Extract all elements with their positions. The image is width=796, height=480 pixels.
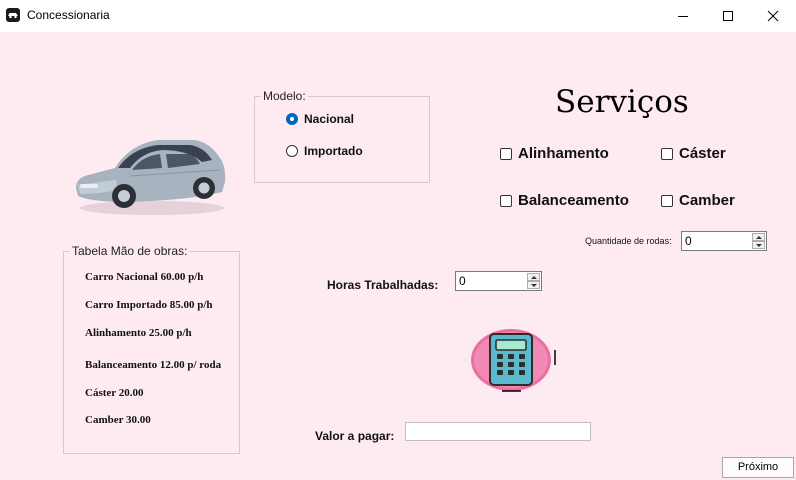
checkbox-caster-box[interactable] (661, 147, 673, 160)
maximize-button[interactable] (705, 0, 751, 32)
wheels-label: Quantidade de rodas: (585, 236, 672, 246)
price-item: Alinhamento 25.00 p/h (85, 327, 192, 339)
checkbox-balanceamento-label: Balanceamento (518, 192, 629, 209)
hours-up-arrow-icon[interactable] (527, 273, 540, 281)
services-title: Serviços (555, 84, 689, 120)
payment-field[interactable] (405, 422, 591, 441)
wheels-value[interactable]: 0 (685, 234, 692, 248)
calculate-button[interactable] (471, 329, 556, 392)
price-item: Balanceamento 12.00 p/ roda (85, 359, 222, 371)
radio-nacional[interactable]: Nacional (286, 112, 354, 126)
radio-nacional-label: Nacional (304, 112, 355, 126)
price-table-title: Tabela Mão de obras: (70, 244, 190, 258)
checkbox-balanceamento-box[interactable] (500, 194, 512, 207)
radio-importado-indicator[interactable] (286, 145, 298, 157)
modelo-title: Modelo: (261, 89, 308, 103)
checkbox-alinhamento[interactable]: Alinhamento (500, 145, 609, 162)
checkbox-caster[interactable]: Cáster (661, 145, 726, 162)
hours-value[interactable]: 0 (459, 274, 466, 288)
checkbox-camber[interactable]: Camber (661, 192, 735, 209)
calculator-icon (471, 329, 556, 392)
checkbox-alinhamento-label: Alinhamento (518, 145, 609, 162)
price-item: Carro Importado 85.00 p/h (85, 299, 213, 311)
payment-label: Valor a pagar: (315, 429, 395, 443)
close-button[interactable] (750, 0, 796, 32)
price-item: Camber 30.00 (85, 414, 151, 426)
checkbox-camber-box[interactable] (661, 194, 673, 207)
hours-label: Horas Trabalhadas: (327, 278, 439, 292)
minimize-button[interactable] (660, 0, 706, 32)
modelo-groupbox: Modelo: (254, 89, 430, 183)
wheels-up-arrow-icon[interactable] (752, 233, 765, 241)
wheels-stepper[interactable]: 0 (681, 231, 767, 251)
checkbox-camber-label: Camber (679, 192, 735, 209)
app-car-icon (6, 8, 20, 22)
next-button[interactable]: Próximo (722, 457, 794, 478)
radio-importado[interactable]: Importado (286, 144, 363, 158)
radio-importado-label: Importado (304, 144, 363, 158)
checkbox-caster-label: Cáster (679, 145, 726, 162)
hours-stepper-buttons (527, 273, 540, 289)
price-item: Cáster 20.00 (85, 387, 144, 399)
close-icon (767, 10, 779, 22)
title-bar: Concessionaria (0, 0, 796, 32)
hours-down-arrow-icon[interactable] (527, 281, 540, 289)
radio-nacional-indicator[interactable] (286, 113, 298, 125)
car-image (70, 130, 230, 220)
checkbox-balanceamento[interactable]: Balanceamento (500, 192, 629, 209)
window-title: Concessionaria (27, 8, 110, 22)
app-window: Concessionaria Modelo: Nacional Importad… (0, 0, 796, 480)
wheels-stepper-buttons (752, 233, 765, 249)
hours-stepper[interactable]: 0 (455, 271, 542, 291)
checkbox-alinhamento-box[interactable] (500, 147, 512, 160)
maximize-icon (723, 11, 733, 21)
price-item: Carro Nacional 60.00 p/h (85, 271, 204, 283)
minimize-icon (678, 16, 688, 17)
wheels-down-arrow-icon[interactable] (752, 241, 765, 249)
